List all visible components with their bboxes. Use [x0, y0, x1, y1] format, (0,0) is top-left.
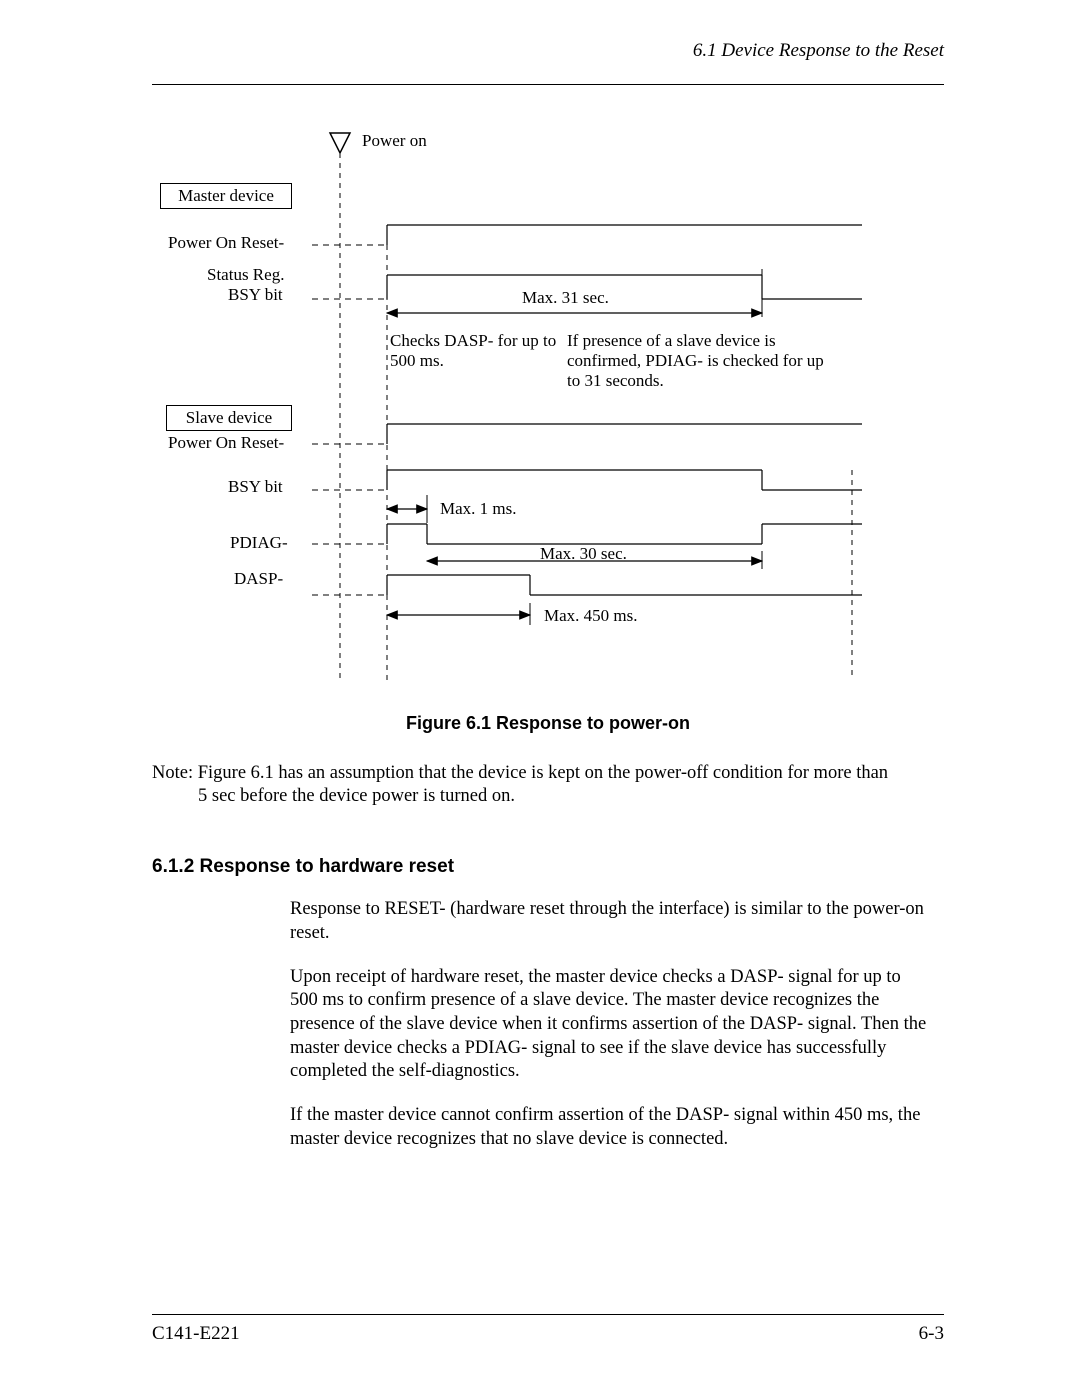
header-rule	[152, 84, 944, 85]
label-power-on: Power on	[362, 131, 427, 151]
para-3: If the master device cannot confirm asse…	[290, 1104, 930, 1151]
label-max1ms: Max. 1 ms.	[440, 499, 517, 519]
timing-diagram: Power on Master device Power On Reset- S…	[152, 125, 944, 685]
label-max450: Max. 450 ms.	[544, 606, 638, 626]
footer-page-number: 6-3	[919, 1323, 944, 1345]
label-dasp: DASP-	[234, 569, 283, 589]
label-master-por: Power On Reset-	[168, 233, 284, 253]
figure-note: Note: Figure 6.1 has an assumption that …	[152, 762, 944, 808]
page-footer: C141-E221 6-3	[152, 1314, 944, 1345]
note-prefix: Note:	[152, 763, 193, 783]
note-line2: 5 sec before the device power is turned …	[152, 785, 944, 808]
note-line1: Figure 6.1 has an assumption that the de…	[198, 763, 888, 783]
content-area: 6.1 Device Response to the Reset	[152, 40, 944, 1151]
figure-caption: Figure 6.1 Response to power-on	[152, 713, 944, 734]
page: 6.1 Device Response to the Reset	[0, 0, 1080, 1397]
label-master-bsy: BSY bit	[228, 285, 283, 305]
box-master-device: Master device	[160, 183, 292, 209]
running-header: 6.1 Device Response to the Reset	[152, 40, 944, 62]
para-1: Response to RESET- (hardware reset throu…	[290, 898, 930, 945]
label-checks-dasp: Checks DASP- for up to 500 ms.	[390, 331, 560, 371]
footer-doc-id: C141-E221	[152, 1323, 240, 1345]
footer-rule	[152, 1314, 944, 1315]
para-2: Upon receipt of hardware reset, the mast…	[290, 966, 930, 1084]
section-heading-6-1-2: 6.1.2 Response to hardware reset	[152, 856, 944, 878]
box-slave-device: Slave device	[166, 405, 292, 431]
label-slave-por: Power On Reset-	[168, 433, 284, 453]
label-slave-bsy: BSY bit	[228, 477, 283, 497]
label-max30: Max. 30 sec.	[540, 544, 627, 564]
label-slave-presence: If presence of a slave device is confirm…	[567, 331, 827, 391]
label-pdiag: PDIAG-	[230, 533, 288, 553]
label-master-status-reg: Status Reg.	[207, 265, 284, 285]
label-max31: Max. 31 sec.	[522, 288, 609, 308]
